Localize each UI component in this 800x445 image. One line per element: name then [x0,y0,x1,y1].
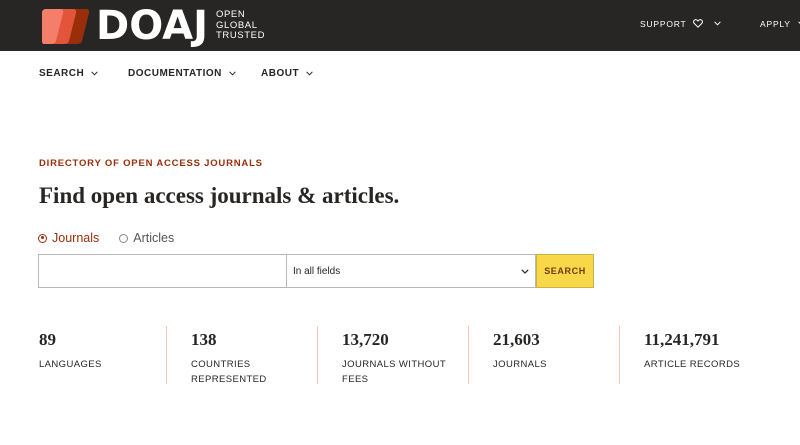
stat-article-records: 11,241,791 ARTICLE RECORDS [619,326,770,384]
search-input[interactable] [38,254,287,288]
chevron-down-icon [229,71,236,76]
support-menu-item[interactable]: SUPPORT [640,19,721,29]
apply-menu[interactable]: APPLY [760,0,800,47]
search-form: In all fields SEARCH [38,254,594,288]
chevron-down-icon [713,21,721,26]
stat-journals: 21,603 JOURNALS [468,326,619,384]
heart-icon [692,19,703,28]
chevron-down-icon [306,71,313,76]
stat-label: JOURNALS WITHOUT FEES [342,359,446,385]
page-title: Find open access journals & articles. [39,183,400,208]
search-button[interactable]: SEARCH [536,254,594,288]
top-bar: DOAJ OPEN GLOBAL TRUSTED SUPPORT APPLY [0,0,800,51]
doaj-logo[interactable]: DOAJ OPEN GLOBAL TRUSTED [42,6,265,46]
nav-documentation-label: DOCUMENTATION [128,68,222,79]
stat-value: 89 [39,330,56,349]
hero-kicker: DIRECTORY OF OPEN ACCESS JOURNALS [39,158,263,169]
nav-about[interactable]: ABOUT [261,68,313,79]
stat-countries: 138 COUNTRIES REPRESENTED [166,326,317,385]
search-type-radio-group: Journals Articles [38,231,194,245]
radio-journals[interactable]: Journals [38,231,99,245]
support-label: SUPPORT [640,18,687,29]
nav-search-label: SEARCH [39,68,85,79]
radio-articles-label: Articles [133,231,175,245]
apply-label: APPLY [760,18,791,29]
nav-search[interactable]: SEARCH [39,68,98,79]
logo-tagline: OPEN GLOBAL TRUSTED [216,10,265,42]
field-select-value: In all fields [293,265,341,277]
support-menu[interactable]: SUPPORT [640,0,721,47]
radio-journals-label: Journals [52,231,100,245]
chevron-down-icon [91,71,98,76]
radio-articles[interactable]: Articles [119,231,174,245]
stat-value: 138 [191,330,217,349]
radio-button[interactable] [119,233,129,243]
stat-value: 21,603 [493,330,540,349]
stats-row: 89 LANGUAGES 138 COUNTRIES REPRESENTED 1… [39,326,770,385]
nav-about-label: ABOUT [261,68,300,79]
stat-label: ARTICLE RECORDS [644,359,741,370]
field-select[interactable]: In all fields [287,254,536,288]
logo-mark-icon [42,9,90,44]
stat-label: COUNTRIES REPRESENTED [191,359,267,385]
tagline-line: TRUSTED [215,30,266,42]
apply-menu-item[interactable]: APPLY [760,19,800,29]
stat-value: 11,241,791 [644,330,720,349]
stat-label: JOURNALS [493,359,547,370]
stat-value: 13,720 [342,330,389,349]
stat-label: LANGUAGES [39,359,102,370]
stat-languages: 89 LANGUAGES [39,326,166,384]
radio-button-checked[interactable] [38,233,47,243]
secondary-nav: SEARCH DOCUMENTATION ABOUT [0,51,800,97]
chevron-down-icon [521,268,529,274]
logo-wordmark: DOAJ [96,3,208,49]
stat-journals-without-fees: 13,720 JOURNALS WITHOUT FEES [317,326,468,385]
nav-documentation[interactable]: DOCUMENTATION [128,68,236,79]
